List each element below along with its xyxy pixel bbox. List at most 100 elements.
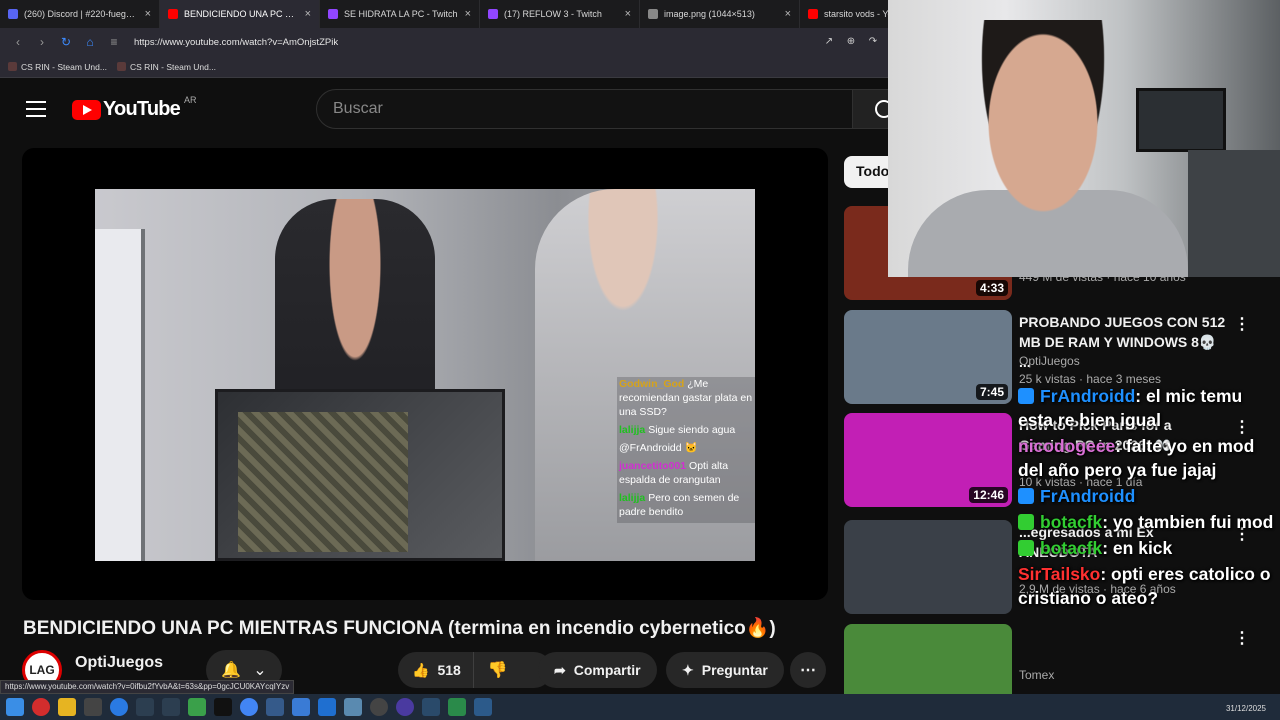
- forward-icon[interactable]: ›: [32, 32, 52, 52]
- chat-username: juancetito001: [619, 460, 687, 472]
- more-options-icon[interactable]: ⋮: [1234, 628, 1250, 648]
- stream-chat-message: SirTailsko: opti eres catolico o cristia…: [1018, 562, 1280, 610]
- system-clock: 31/12/2025: [1225, 704, 1266, 713]
- recommended-channel[interactable]: OptiJuegos: [1019, 354, 1080, 368]
- bookmark-item[interactable]: CS RIN - Steam Und...: [8, 62, 107, 72]
- app-icon[interactable]: [344, 698, 362, 716]
- thumbs-up-icon: 👍: [412, 661, 430, 678]
- chat-text: @FrAndroidd 🐱: [619, 442, 698, 454]
- channel-name[interactable]: OptiJuegos: [75, 654, 163, 672]
- streamer: [948, 20, 1138, 277]
- chat-username: FrAndroidd: [1040, 386, 1136, 406]
- video-duration: 12:46: [969, 487, 1008, 503]
- share-button[interactable]: ➦ Compartir: [538, 652, 657, 688]
- ask-button[interactable]: ✦ Preguntar: [666, 652, 784, 688]
- tab-favicon-icon: [648, 9, 658, 19]
- video-chat-message: lalijja Sigue siendo agua: [619, 423, 755, 437]
- browser-tab[interactable]: BENDICIENDO UNA PC MIE ×: [160, 0, 320, 28]
- chrome-icon[interactable]: [240, 698, 258, 716]
- chat-text: : en kick: [1102, 538, 1173, 558]
- stream-chat-message: botacfk: yo tambien fui mod: [1018, 510, 1280, 534]
- terminal-icon[interactable]: [84, 698, 102, 716]
- browser-tab[interactable]: (17) REFLOW 3 - Twitch ×: [480, 0, 640, 28]
- chat-text: : yo tambien fui mod: [1102, 512, 1274, 532]
- back-icon[interactable]: ‹: [8, 32, 28, 52]
- folder-icon[interactable]: [58, 698, 76, 716]
- tab-favicon-icon: [328, 9, 338, 19]
- zoom-icon[interactable]: ⊕: [844, 34, 858, 48]
- browser-icon[interactable]: [110, 698, 128, 716]
- opera-icon[interactable]: [32, 698, 50, 716]
- more-options-icon[interactable]: ⋮: [1234, 314, 1250, 334]
- tab-favicon-icon: [488, 9, 498, 19]
- screen: (260) Discord | #220-fuego-de × BENDICIEND…: [0, 0, 1280, 720]
- chat-username: SirTailsko: [1018, 564, 1101, 584]
- close-icon[interactable]: ×: [465, 8, 471, 20]
- chat-username: botacfk: [1040, 538, 1103, 558]
- video-duration: 4:33: [975, 280, 1008, 296]
- open-external-icon[interactable]: ↗: [822, 34, 836, 48]
- video-chat-message: juancetito001 Opti alta espalda de orang…: [619, 459, 755, 487]
- media-icon[interactable]: [396, 698, 414, 716]
- video-thumbnail[interactable]: 7:45: [844, 310, 1012, 404]
- close-icon[interactable]: ×: [785, 8, 791, 20]
- windows-start-icon[interactable]: [6, 698, 24, 716]
- chat-username: lalijja: [619, 492, 646, 504]
- app-icon[interactable]: [188, 698, 206, 716]
- like-dislike-group: 👍 518 👎: [398, 652, 552, 688]
- share-icon[interactable]: ↷: [866, 34, 880, 48]
- chat-badge-icon: [1018, 540, 1034, 556]
- video-chat-message: @FrAndroidd 🐱: [619, 441, 755, 455]
- thumbs-down-icon: 👎: [487, 662, 508, 679]
- bell-icon: 🔔: [221, 662, 242, 679]
- search-input[interactable]: [317, 90, 853, 128]
- like-button[interactable]: 👍 518: [398, 652, 474, 688]
- close-icon[interactable]: ×: [305, 8, 311, 20]
- video-chat-overlay: Godwin_God ¿Me recomiendan gastar plata …: [617, 377, 755, 523]
- search-icon[interactable]: [852, 89, 893, 129]
- video-chat-message: Godwin_God ¿Me recomiendan gastar plata …: [619, 377, 755, 419]
- dislike-button[interactable]: 👎: [474, 660, 522, 680]
- vscode-icon[interactable]: [318, 698, 336, 716]
- cmd-icon[interactable]: [214, 698, 232, 716]
- site-settings-icon[interactable]: ≡: [104, 32, 124, 52]
- app-icon[interactable]: [474, 698, 492, 716]
- youtube-logo[interactable]: YouTube AR: [72, 95, 197, 121]
- video-thumbnail[interactable]: [844, 520, 1012, 614]
- browser-tab[interactable]: image.png (1044×513) ×: [640, 0, 800, 28]
- home-icon[interactable]: ⌂: [80, 32, 100, 52]
- bookmark-item[interactable]: CS RIN - Steam Und...: [116, 62, 216, 72]
- app-icon[interactable]: [422, 698, 440, 716]
- stream-chat-message: botacfk: en kick: [1018, 536, 1280, 560]
- menu-icon[interactable]: [26, 101, 46, 117]
- close-icon[interactable]: ×: [145, 8, 151, 20]
- app-icon[interactable]: [266, 698, 284, 716]
- more-actions-button[interactable]: ⋯: [790, 652, 826, 688]
- chat-username: botacfk: [1040, 512, 1103, 532]
- tab-favicon-icon: [8, 9, 18, 19]
- app-icon[interactable]: [136, 698, 154, 716]
- url-text[interactable]: https://www.youtube.com/watch?v=AmOnjstZ…: [134, 37, 338, 48]
- reload-icon[interactable]: ↻: [56, 32, 76, 52]
- browser-tab[interactable]: SE HIDRATA LA PC - Twitch ×: [320, 0, 480, 28]
- obs-icon[interactable]: [370, 698, 388, 716]
- tab-favicon-icon: [168, 9, 178, 19]
- video-thumbnail[interactable]: 12:46: [844, 413, 1012, 507]
- video-duration: 7:45: [975, 384, 1008, 400]
- photos-icon[interactable]: [292, 698, 310, 716]
- video-chat-message: lalijja Pero con semen de padre bendito: [619, 491, 755, 519]
- browser-tab[interactable]: (260) Discord | #220-fuego-de ×: [0, 0, 160, 28]
- recommended-channel[interactable]: Tomex: [1019, 668, 1054, 682]
- chat-text: Sigue siendo agua: [648, 424, 736, 436]
- chat-username: lalijja: [619, 424, 646, 436]
- tab-favicon-icon: [808, 9, 818, 19]
- stream-chat-message: nicodogeee: falte yo en mod del año pero…: [1018, 434, 1280, 482]
- sparkle-icon: ✦: [682, 661, 694, 678]
- close-icon[interactable]: ×: [625, 8, 631, 20]
- app-icon[interactable]: [162, 698, 180, 716]
- video-frame: Godwin_God ¿Me recomiendan gastar plata …: [95, 189, 755, 561]
- app-icon[interactable]: [448, 698, 466, 716]
- video-player[interactable]: Godwin_God ¿Me recomiendan gastar plata …: [22, 148, 828, 600]
- stream-chat-message: FrAndroidd: el mic temu esta re bien igu…: [1018, 384, 1280, 432]
- steam-icon: [8, 62, 17, 71]
